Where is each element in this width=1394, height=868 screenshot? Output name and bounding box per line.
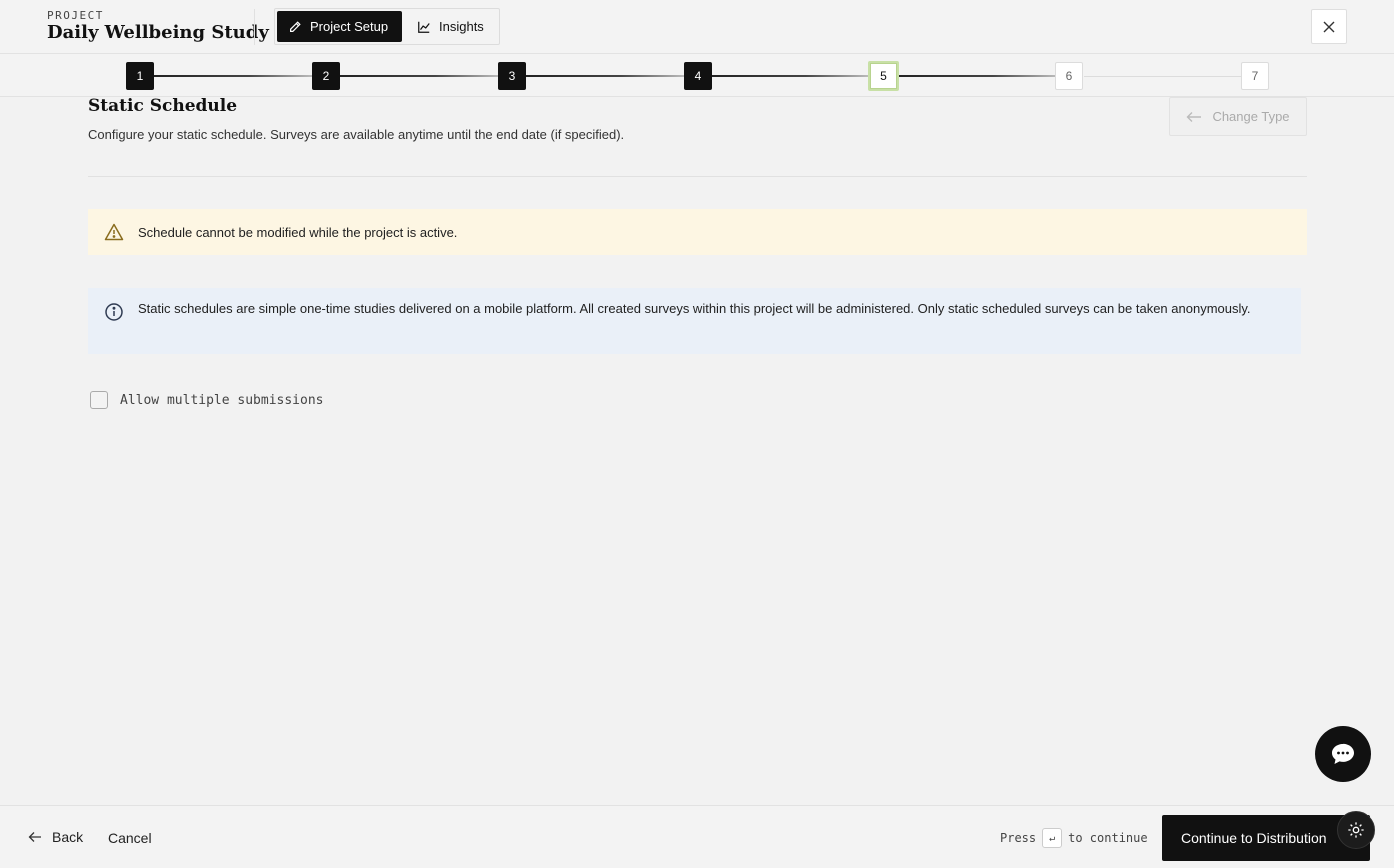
allow-multiple-label[interactable]: Allow multiple submissions	[120, 393, 324, 408]
progress-stepper: 1 2 3 4 5 6 7	[0, 54, 1394, 97]
cancel-button[interactable]: Cancel	[108, 830, 152, 846]
step-connector	[1084, 76, 1242, 77]
keyboard-hint: Press ↵ to continue	[1000, 828, 1148, 848]
arrow-left-icon	[1186, 111, 1202, 122]
arrow-left-icon	[28, 832, 41, 842]
step-7[interactable]: 7	[1241, 62, 1269, 90]
step-connector	[526, 75, 684, 77]
close-button[interactable]	[1311, 9, 1347, 44]
close-icon	[1323, 21, 1335, 32]
warning-banner: Schedule cannot be modified while the pr…	[88, 209, 1307, 255]
step-5[interactable]: 5	[868, 61, 899, 91]
section-divider	[88, 176, 1307, 177]
section-description: Configure your static schedule. Surveys …	[88, 127, 625, 142]
project-title: Daily Wellbeing Study	[47, 22, 269, 43]
back-button[interactable]: Back	[28, 829, 83, 845]
chat-bubble-icon	[1332, 743, 1354, 764]
enter-key-icon: ↵	[1042, 828, 1063, 848]
tab-project-setup[interactable]: Project Setup	[277, 11, 402, 42]
header-divider	[254, 9, 255, 45]
settings-button[interactable]	[1337, 811, 1375, 849]
line-chart-icon	[418, 21, 430, 33]
allow-multiple-checkbox[interactable]	[90, 391, 108, 409]
step-3[interactable]: 3	[498, 62, 526, 90]
step-connector	[154, 75, 312, 77]
info-banner: Static schedules are simple one-time stu…	[88, 288, 1301, 354]
step-connector	[340, 75, 498, 77]
step-1[interactable]: 1	[126, 62, 154, 90]
continue-label: Continue to Distribution	[1181, 830, 1327, 846]
tab-project-setup-label: Project Setup	[310, 19, 389, 34]
step-4[interactable]: 4	[684, 62, 712, 90]
allow-multiple-option[interactable]: Allow multiple submissions	[90, 391, 324, 409]
step-6[interactable]: 6	[1055, 62, 1083, 90]
step-connector	[712, 75, 868, 77]
tab-insights[interactable]: Insights	[406, 11, 498, 42]
press-label: Press	[1000, 831, 1037, 845]
change-type-label: Change Type	[1212, 109, 1290, 124]
info-icon	[105, 303, 123, 321]
back-label: Back	[52, 829, 84, 845]
step-2[interactable]: 2	[312, 62, 340, 90]
step-connector	[898, 75, 1056, 77]
project-eyebrow: PROJECT	[47, 9, 104, 22]
warning-text: Schedule cannot be modified while the pr…	[138, 224, 458, 240]
pencil-icon	[290, 20, 301, 32]
gear-icon	[1348, 822, 1364, 838]
tab-insights-label: Insights	[439, 19, 484, 34]
info-text: Static schedules are simple one-time stu…	[138, 301, 1251, 316]
footer-bar: Back Cancel Press ↵ to continue Continue…	[0, 805, 1394, 868]
warning-icon	[104, 223, 124, 241]
top-header: PROJECT Daily Wellbeing Study Project Se…	[0, 0, 1394, 54]
chat-button[interactable]	[1315, 726, 1371, 782]
to-continue-label: to continue	[1068, 831, 1148, 845]
change-type-button[interactable]: Change Type	[1169, 97, 1307, 136]
section-title: Static Schedule	[88, 96, 238, 116]
mode-tabs: Project Setup Insights	[274, 8, 500, 45]
